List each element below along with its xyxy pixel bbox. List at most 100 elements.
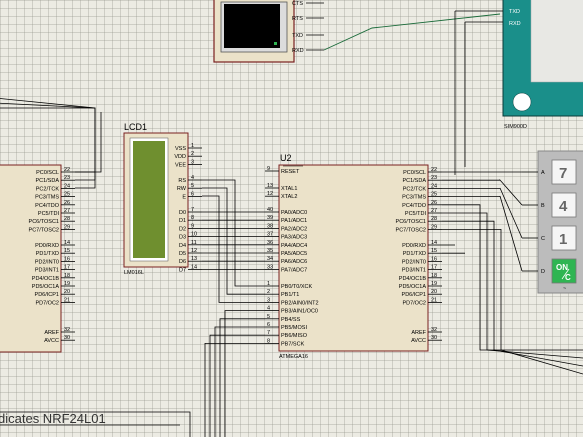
- keypad-footer: ~: [563, 286, 566, 292]
- mcu-pc-pin-label: PC3/TMS: [402, 195, 426, 201]
- mcu-pd-pin-label: PD4/OC1B: [399, 276, 427, 282]
- mcu-pa-pin-label: PA1/ADC1: [281, 218, 307, 224]
- mcu-pd-pin-label: PD1/TXD: [403, 251, 426, 257]
- key-label: 4: [559, 198, 568, 215]
- mcu-pc-pin-label: PC4/TDO: [402, 203, 427, 209]
- key-7[interactable]: 7: [551, 159, 577, 185]
- mcu-left-power-label: AVCC: [44, 338, 59, 344]
- gsm-pin-label: RXD: [509, 21, 521, 27]
- mcu-reset-pin-label: RESET: [281, 169, 300, 175]
- keypad-row-label: D: [541, 269, 545, 275]
- mcu-xtal-pin-label: XTAL1: [281, 186, 297, 192]
- keypad[interactable]: ~ A 7B 4C 1D ONC: [522, 150, 583, 294]
- mcu-pa-pin-label: PA5/ADC5: [281, 251, 307, 257]
- lcd-data-pin-label: D1: [179, 218, 186, 224]
- wire-left-pc: [0, 107, 96, 173]
- mcu-left-partial[interactable]: PC0/SCL 22 PC1/SDA 23 PC2/TCK 24 PC3/TMS 25 PC4/…: [0, 164, 75, 353]
- mcu-pd-pin-label: PD5/OC1A: [399, 284, 427, 290]
- mcu-left-pc-number: 23: [64, 175, 70, 181]
- gsm-shield: [530, 0, 583, 83]
- mcu-left-pd-label: PD5/OC1A: [32, 284, 60, 290]
- mcu-left-pc-label: PC3/TMS: [35, 195, 59, 201]
- schematic-svg: CTS RTS TXD RXD SIM900D TXD RXD PC0/SCL 2…: [0, 0, 583, 437]
- mcu-pa-pin-number: 36: [267, 240, 273, 246]
- lcd-data-pin-label: D5: [179, 251, 186, 257]
- mcu-pb-pin-number: 2: [267, 289, 270, 295]
- nrf-note: dicates NRF24L01: [0, 411, 106, 426]
- mcu-pa-pin-number: 40: [267, 207, 273, 213]
- mcu-left-pc-number: 25: [64, 192, 70, 198]
- mcu-pd-pin-number: 20: [431, 289, 437, 295]
- mcu-left-pc-label: PC1/SDA: [35, 178, 59, 184]
- key-4[interactable]: 4: [551, 192, 577, 218]
- mcu-ref: U2: [280, 153, 292, 163]
- wire-keypad-row: [442, 178, 523, 206]
- mcu-left-pd-label: PD3/INT1: [35, 268, 59, 274]
- mcu-pb-pin-label: PB0/T0/XCK: [281, 284, 313, 290]
- mcu-pc-pin-number: 29: [431, 224, 437, 230]
- mcu-pd-pin-label: PD7/OC2: [402, 300, 426, 306]
- keypad-row-label: B: [541, 203, 545, 209]
- mcu-pd-pin-label: PD6/ICP1: [402, 292, 426, 298]
- key-label: 7: [559, 165, 567, 182]
- key-1[interactable]: 1: [551, 225, 577, 251]
- mcu-left-pc-label: PC7/TOSC2: [29, 227, 59, 233]
- lcd-data-pin-label: D7: [179, 267, 186, 273]
- mcu-pd-pin-number: 14: [431, 240, 437, 246]
- mcu-pc-pin-number: 27: [431, 208, 437, 214]
- key-on-top: ON: [556, 263, 568, 272]
- terminal-led: [274, 42, 277, 45]
- mcu-left-pc-number: 26: [64, 200, 70, 206]
- mcu-left-pd-label: PD2/INT0: [35, 259, 59, 265]
- key-on-c[interactable]: ONC: [551, 258, 577, 284]
- mcu-pb-pin-number: 5: [267, 314, 270, 320]
- mcu-left-pc-number: 22: [64, 167, 70, 173]
- mcu-left-pc-label: PC5/TDI: [38, 211, 60, 217]
- terminal-pin-label: RTS: [292, 16, 303, 22]
- mcu-pd-pin-label: PD2/INT0: [402, 259, 426, 265]
- mcu-left-pd-label: PD6/ICP1: [35, 292, 59, 298]
- lcd-data-pin-number: 8: [191, 215, 194, 221]
- lcd-data-pin-number: 13: [191, 256, 197, 262]
- lcd-screen: [133, 141, 165, 258]
- mcu-pb-pin-label: PB5/MOSI: [281, 325, 307, 331]
- mcu-left-pd-label: PD7/OC2: [35, 300, 59, 306]
- mcu-pb-pin-number: 6: [267, 322, 270, 328]
- keypad-row-label: A: [541, 170, 545, 176]
- schematic-canvas[interactable]: CTS RTS TXD RXD SIM900D TXD RXD PC0/SCL 2…: [0, 0, 583, 437]
- mcu-left-power-label: AREF: [44, 330, 59, 336]
- wire-uart: [323, 13, 501, 51]
- mcu-pa-pin-label: PA4/ADC4: [281, 243, 307, 249]
- mcu-pa-pin-number: 33: [267, 264, 273, 270]
- mcu-pa-pin-label: PA6/ADC6: [281, 259, 307, 265]
- gsm-mount-hole: [512, 92, 532, 112]
- mcu-pd-pin-label: PD3/INT1: [402, 268, 426, 274]
- mcu-left-pc-number: 29: [64, 224, 70, 230]
- mcu-left-pc-label: PC2/TCK: [36, 186, 60, 192]
- mcu-pc-pin-number: 25: [431, 192, 437, 198]
- key-label: 1: [559, 231, 567, 248]
- lcd-ctrl-pin-label: RW: [177, 186, 187, 192]
- lcd-data-pin-label: D3: [179, 235, 186, 241]
- mcu-pa-pin-label: PA2/ADC2: [281, 226, 307, 232]
- lcd-power-pin-label: VEE: [175, 162, 186, 168]
- gsm-module[interactable]: SIM900D TXD RXD: [455, 0, 583, 130]
- mcu-pd-pin-number: 19: [431, 281, 437, 287]
- mcu-power-pin-number: 32: [431, 327, 437, 333]
- lcd-data-pin-label: D0: [179, 210, 186, 216]
- mcu-pa-pin-label: PA3/ADC3: [281, 235, 307, 241]
- mcu-left-pd-label: PD0/RXD: [35, 243, 59, 249]
- lcd-ref: LCD1: [124, 122, 147, 132]
- lcd-power-pin-number: 1: [191, 143, 194, 149]
- mcu-pd-pin-number: 15: [431, 248, 437, 254]
- mcu-xtal-pin-number: 12: [267, 191, 273, 197]
- mcu-power-pin-label: AVCC: [411, 338, 426, 344]
- lcd-display[interactable]: LCD1 LM016L VSS 1 VDD 2 VEE 3 RS 4 RW 5E 6 D0 7 D1 8 D2…: [123, 122, 202, 276]
- mcu-pa-pin-number: 35: [267, 248, 273, 254]
- mcu-pd-pin-label: PD0/RXD: [402, 243, 426, 249]
- mcu-atmega16[interactable]: U2 ATMEGA16 RESET9XTAL113XTAL212PA0/ADC0…: [265, 153, 442, 360]
- mcu-pc-pin-number: 24: [431, 183, 437, 189]
- mcu-pa-pin-number: 39: [267, 215, 273, 221]
- mcu-pc-pin-label: PC5/TDI: [405, 211, 427, 217]
- virtual-terminal[interactable]: CTS RTS TXD RXD: [213, 0, 324, 63]
